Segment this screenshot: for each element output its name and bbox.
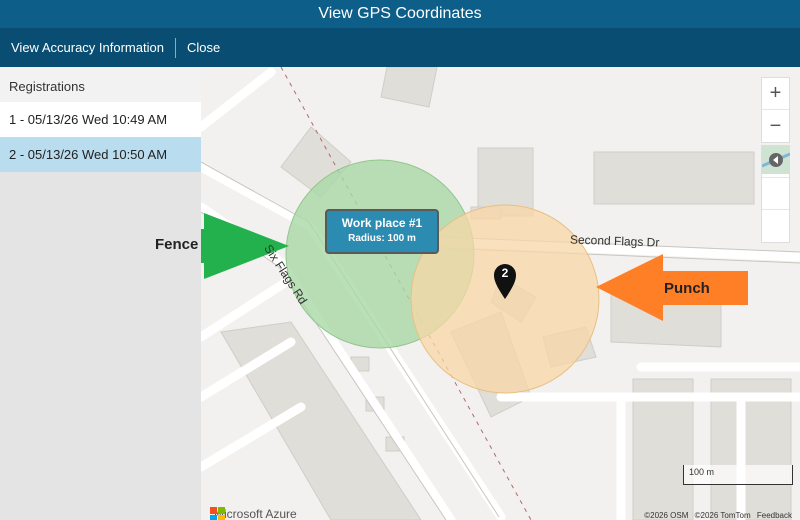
map-style-button[interactable]	[762, 146, 790, 242]
close-button[interactable]: Close	[176, 28, 231, 67]
scale-bar: 100 m	[683, 465, 793, 485]
pitch-button[interactable]	[762, 146, 789, 210]
view-accuracy-button[interactable]: View Accuracy Information	[0, 28, 175, 67]
fence-radius: Radius: 100 m	[348, 233, 416, 244]
registration-item-2[interactable]: 2 - 05/13/26 Wed 10:50 AM	[0, 137, 201, 172]
map-view[interactable]: 2 Six Flags Rd Second Flags Dr Work plac…	[201, 67, 800, 520]
registration-item-1[interactable]: 1 - 05/13/26 Wed 10:49 AM	[0, 102, 201, 137]
building	[593, 151, 755, 205]
osm-attribution[interactable]: ©2026 OSM	[644, 511, 688, 520]
registrations-panel: Registrations 1 - 05/13/26 Wed 10:49 AM …	[0, 67, 201, 520]
road	[201, 67, 276, 132]
punch-marker-number: 2	[501, 266, 509, 280]
fence-annotation-label: Fence	[155, 236, 199, 253]
view-controls	[761, 145, 790, 243]
brand-text: Microsoft Azure	[214, 507, 297, 520]
map-attribution: ©2026 OSM ©2026 TomTom Feedback	[644, 511, 792, 520]
fence-info-label: Work place #1 Radius: 100 m	[325, 209, 439, 254]
building	[380, 67, 438, 108]
punch-annotation-label: Punch	[664, 280, 710, 297]
window-title: View GPS Coordinates	[0, 0, 800, 28]
feedback-link[interactable]: Feedback	[757, 511, 792, 520]
registrations-header: Registrations	[0, 67, 201, 102]
fence-title: Work place #1	[341, 216, 423, 230]
microsoft-azure-logo: Microsoft Azure	[210, 507, 297, 520]
zoom-controls: + −	[761, 77, 790, 143]
tomtom-attribution[interactable]: ©2026 TomTom	[695, 511, 751, 520]
toolbar: View Accuracy Information Close	[0, 28, 800, 67]
zoom-out-button[interactable]: −	[762, 110, 789, 142]
map-style-icon	[762, 146, 790, 174]
microsoft-logo-icon	[210, 507, 225, 520]
zoom-in-button[interactable]: +	[762, 78, 789, 110]
